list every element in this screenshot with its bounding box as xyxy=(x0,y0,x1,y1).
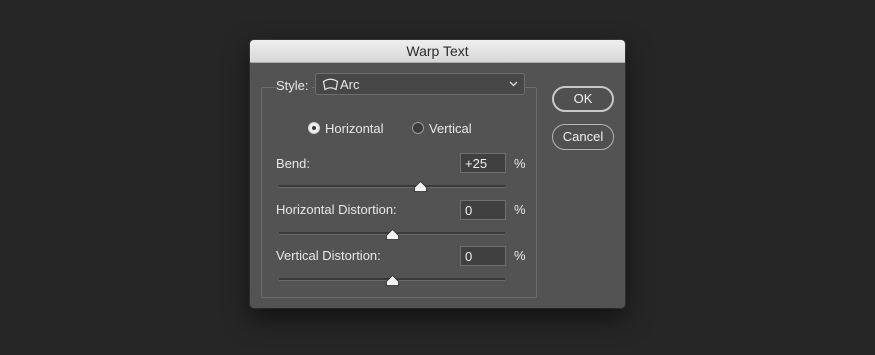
cancel-button[interactable]: Cancel xyxy=(552,124,614,150)
style-dropdown[interactable]: Arc xyxy=(315,73,525,95)
dialog-titlebar[interactable]: Warp Text xyxy=(250,40,625,63)
radio-vertical[interactable]: Vertical xyxy=(412,120,472,136)
bend-slider-thumb[interactable] xyxy=(414,181,428,192)
dialog-title: Warp Text xyxy=(406,43,469,59)
bend-slider-track[interactable] xyxy=(279,185,505,188)
radio-button-selected[interactable] xyxy=(308,122,320,134)
ok-button[interactable]: OK xyxy=(552,86,614,112)
vertical-distortion-percent-unit: % xyxy=(514,248,526,263)
vertical-distortion-label: Vertical Distortion: xyxy=(276,248,381,263)
radio-horizontal-label: Horizontal xyxy=(325,120,384,136)
style-label: Style: xyxy=(276,78,312,94)
horizontal-distortion-label: Horizontal Distortion: xyxy=(276,202,397,217)
bend-label: Bend: xyxy=(276,156,310,171)
radio-horizontal[interactable]: Horizontal xyxy=(308,120,384,136)
bend-input[interactable] xyxy=(460,153,506,173)
arc-icon xyxy=(322,78,339,91)
vertical-distortion-slider-thumb[interactable] xyxy=(386,275,399,286)
style-value: Arc xyxy=(340,77,360,92)
horizontal-distortion-percent-unit: % xyxy=(514,202,526,217)
horizontal-distortion-slider-thumb[interactable] xyxy=(386,229,399,240)
chevron-down-icon xyxy=(509,81,518,87)
vertical-distortion-input[interactable] xyxy=(460,246,506,266)
radio-button-unselected[interactable] xyxy=(412,122,424,134)
warp-options-group xyxy=(261,87,537,298)
radio-vertical-label: Vertical xyxy=(429,120,472,136)
warp-text-dialog: Warp Text Style: Arc Horizontal Vertical… xyxy=(250,40,625,308)
horizontal-distortion-input[interactable] xyxy=(460,200,506,220)
bend-percent-unit: % xyxy=(514,156,526,171)
